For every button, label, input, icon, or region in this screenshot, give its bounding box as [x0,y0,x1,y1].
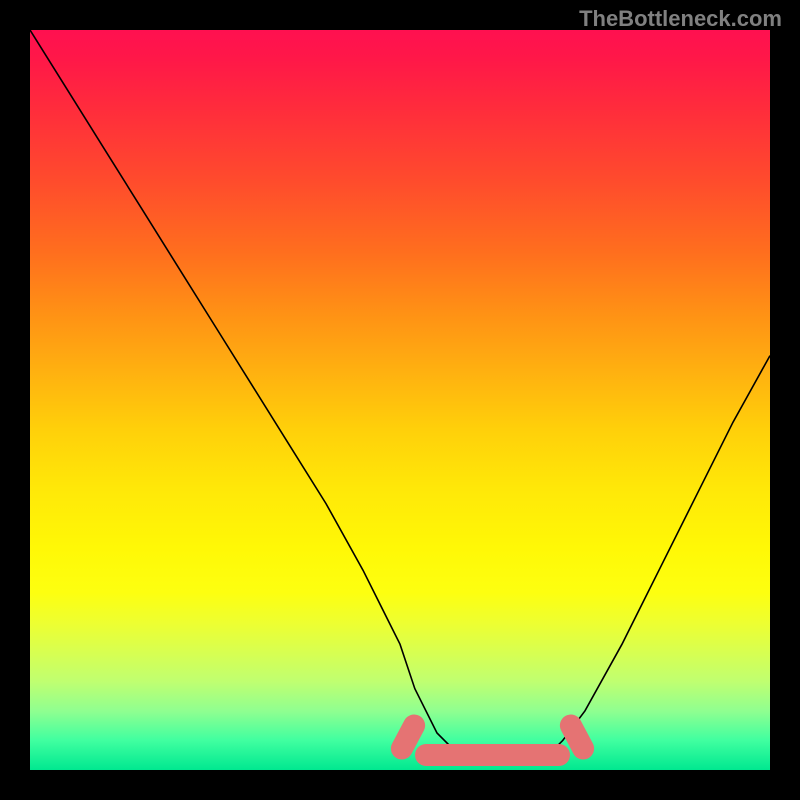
bottleneck-curve [30,30,770,770]
attribution-text: TheBottleneck.com [579,6,782,32]
chart-plot-area [30,30,770,770]
